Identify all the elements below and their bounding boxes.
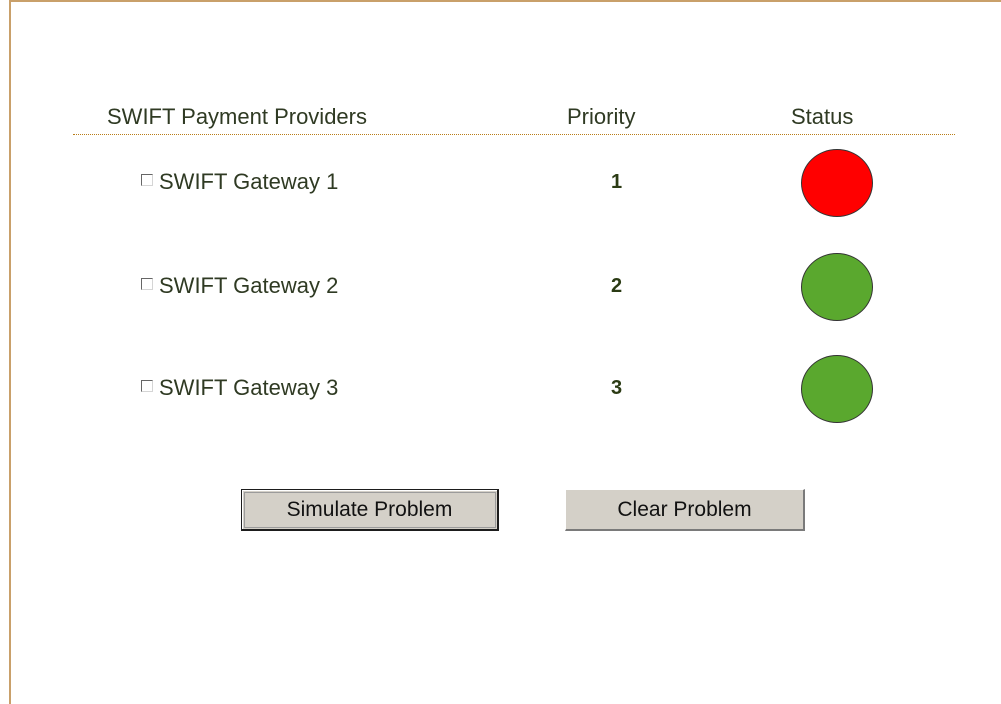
gateway-2-checkbox[interactable] — [141, 278, 153, 290]
gateway-3-status-indicator — [801, 355, 873, 423]
provider-rows: SWIFT Gateway 1 1 SWIFT Gateway 2 2 SWIF… — [73, 135, 955, 439]
gateway-1-priority: 1 — [611, 171, 623, 193]
gateway-1-name: SWIFT Gateway 1 — [159, 169, 339, 194]
action-buttons: Simulate Problem Clear Problem — [241, 489, 821, 537]
swift-provider-panel: SWIFT Payment Providers Priority Status … — [73, 98, 955, 439]
gateway-1-status-indicator — [801, 149, 873, 217]
provider-row-gateway-3: SWIFT Gateway 3 3 — [73, 355, 955, 429]
clear-problem-button[interactable]: Clear Problem — [565, 489, 805, 531]
provider-row-gateway-2: SWIFT Gateway 2 2 — [73, 253, 955, 327]
gateway-2-name: SWIFT Gateway 2 — [159, 273, 339, 298]
provider-cell-gateway-3: SWIFT Gateway 3 — [141, 375, 338, 401]
provider-cell-gateway-2: SWIFT Gateway 2 — [141, 273, 338, 299]
provider-column-header: SWIFT Payment Providers — [107, 104, 367, 129]
provider-row-gateway-1: SWIFT Gateway 1 1 — [73, 149, 955, 223]
gateway-3-checkbox[interactable] — [141, 380, 153, 392]
gateway-2-priority: 2 — [611, 275, 623, 297]
priority-column-header: Priority — [567, 104, 636, 129]
gateway-3-name: SWIFT Gateway 3 — [159, 375, 339, 400]
table-header: SWIFT Payment Providers Priority Status — [73, 98, 955, 135]
status-column-header: Status — [791, 104, 854, 129]
gateway-3-priority: 3 — [611, 377, 623, 399]
application-frame: SWIFT Payment Providers Priority Status … — [9, 0, 1001, 704]
gateway-2-status-indicator — [801, 253, 873, 321]
gateway-1-checkbox[interactable] — [141, 174, 153, 186]
simulate-problem-button[interactable]: Simulate Problem — [241, 489, 499, 531]
provider-cell-gateway-1: SWIFT Gateway 1 — [141, 169, 338, 195]
